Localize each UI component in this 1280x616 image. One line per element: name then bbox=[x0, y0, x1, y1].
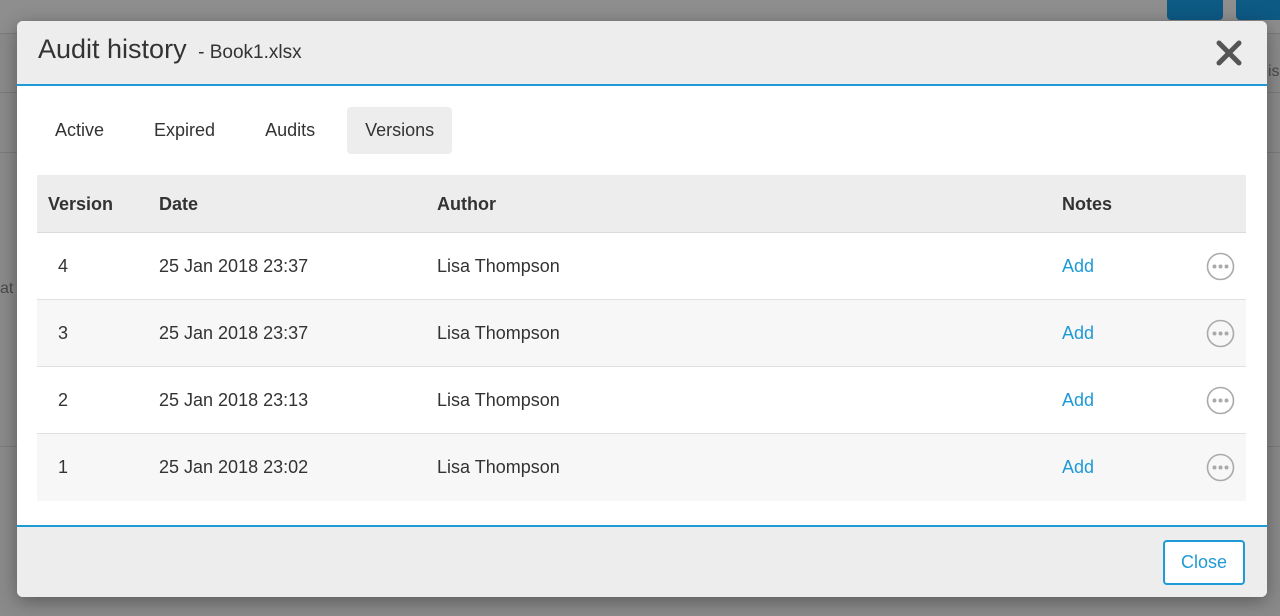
more-options-icon[interactable] bbox=[1206, 386, 1235, 415]
table-row: 3 25 Jan 2018 23:37 Lisa Thompson Add bbox=[37, 300, 1246, 367]
version-cell: 1 bbox=[58, 457, 69, 477]
dialog-title-text: Audit history bbox=[38, 34, 187, 64]
table-row: 1 25 Jan 2018 23:02 Lisa Thompson Add bbox=[37, 434, 1246, 501]
dialog-filename: - Book1.xlsx bbox=[198, 42, 302, 63]
background-partial-text: is bbox=[1268, 63, 1280, 80]
date-cell: 25 Jan 2018 23:37 bbox=[159, 256, 309, 276]
date-cell: 25 Jan 2018 23:13 bbox=[159, 390, 309, 410]
column-header-date[interactable]: Date bbox=[159, 175, 198, 233]
tab-versions[interactable]: Versions bbox=[347, 107, 453, 154]
more-options-icon[interactable] bbox=[1206, 319, 1235, 348]
background-partial-text: at bbox=[0, 280, 14, 297]
version-cell: 3 bbox=[58, 323, 69, 343]
background-toolbar-button bbox=[1167, 0, 1223, 20]
add-note-link[interactable]: Add bbox=[1062, 300, 1094, 366]
audit-history-dialog: Audit history - Book1.xlsx Active Expire… bbox=[17, 21, 1267, 597]
date-cell: 25 Jan 2018 23:37 bbox=[159, 323, 309, 343]
author-cell: Lisa Thompson bbox=[437, 256, 560, 276]
column-header-author[interactable]: Author bbox=[437, 175, 496, 233]
tab-active[interactable]: Active bbox=[37, 107, 122, 154]
add-note-link[interactable]: Add bbox=[1062, 434, 1094, 500]
version-cell: 4 bbox=[58, 256, 69, 276]
table-row: 4 25 Jan 2018 23:37 Lisa Thompson Add bbox=[37, 233, 1246, 300]
add-note-link[interactable]: Add bbox=[1062, 367, 1094, 433]
audit-tabs: Active Expired Audits Versions bbox=[37, 107, 466, 154]
background-toolbar-button bbox=[1236, 0, 1280, 20]
author-cell: Lisa Thompson bbox=[437, 323, 560, 343]
more-options-icon[interactable] bbox=[1206, 453, 1235, 482]
add-note-link[interactable]: Add bbox=[1062, 233, 1094, 299]
dialog-footer: Close bbox=[17, 525, 1267, 597]
close-icon[interactable] bbox=[1215, 39, 1243, 67]
versions-table: Version Date Author Notes 4 25 Jan 2018 … bbox=[37, 175, 1246, 501]
column-header-notes[interactable]: Notes bbox=[1062, 175, 1112, 233]
dialog-header: Audit history - Book1.xlsx bbox=[17, 21, 1267, 86]
author-cell: Lisa Thompson bbox=[437, 457, 560, 477]
tab-audits[interactable]: Audits bbox=[247, 107, 333, 154]
more-options-icon[interactable] bbox=[1206, 252, 1235, 281]
dialog-title: Audit history - Book1.xlsx bbox=[38, 34, 302, 65]
author-cell: Lisa Thompson bbox=[437, 390, 560, 410]
date-cell: 25 Jan 2018 23:02 bbox=[159, 457, 309, 477]
column-header-version[interactable]: Version bbox=[48, 175, 113, 233]
table-header: Version Date Author Notes bbox=[37, 175, 1246, 233]
tab-expired[interactable]: Expired bbox=[136, 107, 233, 154]
table-row: 2 25 Jan 2018 23:13 Lisa Thompson Add bbox=[37, 367, 1246, 434]
version-cell: 2 bbox=[58, 390, 69, 410]
close-button[interactable]: Close bbox=[1163, 540, 1245, 585]
